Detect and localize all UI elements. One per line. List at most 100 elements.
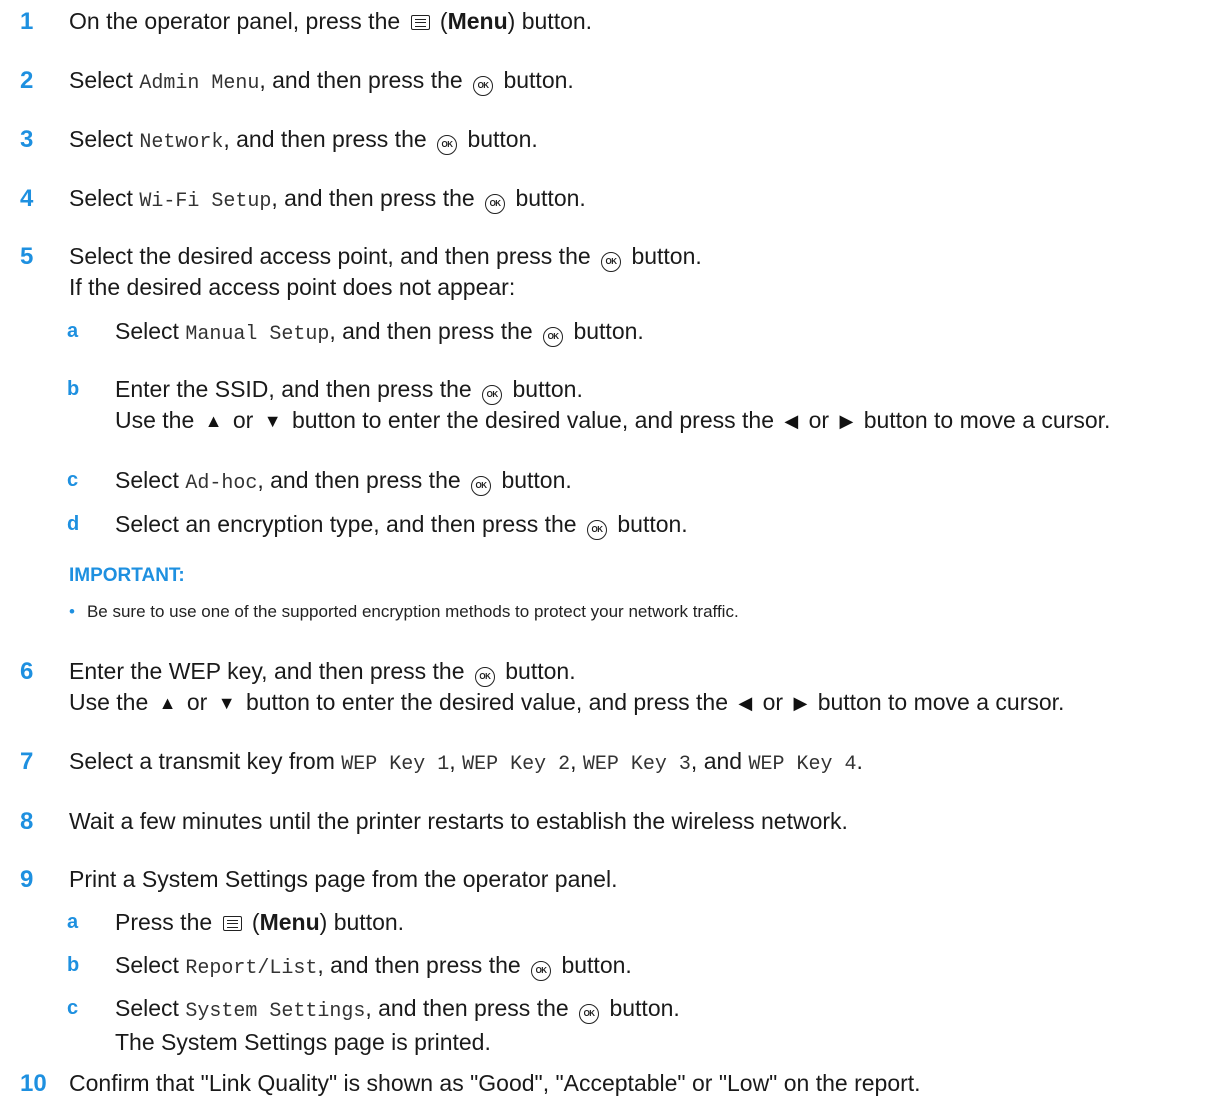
text-segment: button. [561, 952, 632, 978]
step-number: 6 [20, 658, 34, 685]
text-segment: button to move a cursor. [817, 689, 1065, 715]
down-arrow-icon: ▼ [217, 693, 236, 713]
bullet-text: Be sure to use one of the supported encr… [86, 602, 739, 621]
step-number: 4 [20, 185, 34, 212]
text-segment: button to move a cursor. [863, 407, 1111, 433]
text-segment: Press the [115, 909, 213, 935]
text-segment: ) button. [507, 8, 593, 34]
step-text: Select Network, and then press the OK bu… [69, 124, 1210, 158]
text-segment: Enter the SSID, and then press the [115, 376, 472, 402]
menu-icon [222, 916, 242, 931]
text-segment: Select a transmit key from [69, 748, 335, 774]
substep-text: Select System Settings, and then press t… [115, 993, 1194, 1058]
text-segment: and [703, 748, 743, 774]
menu-icon [410, 15, 430, 30]
text-segment: Select [69, 67, 133, 93]
text-segment: button. [515, 185, 586, 211]
menu-item-code: Network [139, 131, 224, 154]
text-segment: or [186, 689, 208, 715]
menu-item-code: Report/List [185, 957, 318, 980]
text-segment: button. [505, 658, 576, 684]
text-segment: button to enter the desired value, and p… [245, 689, 728, 715]
text-segment: button. [573, 318, 644, 344]
text-segment: button to enter the desired value, and p… [291, 407, 774, 433]
substep-letter: b [67, 954, 80, 976]
text-segment: Select [115, 318, 179, 344]
text-segment: , and then press the [365, 995, 569, 1021]
menu-item-code: Admin Menu [139, 72, 260, 95]
substep-letter: c [67, 469, 79, 491]
text-segment: , and then press the [259, 67, 463, 93]
ok-button-icon: OK [482, 385, 503, 405]
menu-label: Menu [259, 909, 320, 935]
text-segment: , and then press the [271, 185, 475, 211]
menu-item-code: Wi-Fi Setup [139, 190, 272, 213]
step-number: 3 [20, 126, 34, 153]
text-segment: , and then press the [223, 126, 427, 152]
substep-text: Select an encryption type, and then pres… [115, 509, 1194, 540]
text-segment: or [762, 689, 784, 715]
text-segment: button. [503, 67, 574, 93]
text-segment: Select [115, 952, 179, 978]
substep-letter: c [67, 997, 79, 1019]
step-number: 1 [20, 8, 34, 35]
text-segment: On the operator panel, press the [69, 8, 401, 34]
ok-button-icon: OK [471, 476, 492, 496]
wep-key-option: WEP Key 3 [582, 753, 691, 776]
substep-letter: a [67, 911, 79, 933]
text-segment: Select an encryption type, and then pres… [115, 511, 577, 537]
bullet-icon: • [69, 602, 75, 621]
substep-text: Press the (Menu) button. [115, 909, 405, 935]
ok-button-icon: OK [485, 194, 506, 214]
text-segment: or [232, 407, 254, 433]
substep-text: Enter the SSID, and then press the OK bu… [115, 374, 1194, 437]
text-segment: Use the [69, 689, 149, 715]
document-page: 1 On the operator panel, press the (Menu… [0, 0, 1214, 1109]
step-text: Select a transmit key from WEP Key 1, WE… [69, 748, 863, 776]
ok-button-icon: OK [531, 961, 552, 981]
text-segment: Select [69, 126, 133, 152]
up-arrow-icon: ▲ [204, 411, 223, 431]
ok-button-icon: OK [579, 1004, 600, 1024]
step-text: Enter the WEP key, and then press the OK… [69, 656, 1210, 719]
ok-button-icon: OK [586, 520, 607, 540]
text-segment: button. [617, 511, 688, 537]
left-arrow-icon: ◀ [784, 411, 799, 431]
text-segment: , and then press the [257, 467, 461, 493]
ok-button-icon: OK [474, 667, 495, 687]
substep-text: Select Ad-hoc, and then press the OK but… [115, 465, 1194, 499]
text-segment: Enter the WEP key, and then press the [69, 658, 465, 684]
menu-item-code: System Settings [185, 1000, 366, 1023]
step-text: Select the desired access point, and the… [69, 241, 1210, 303]
ok-button-icon: OK [543, 327, 564, 347]
step-text: Wait a few minutes until the printer res… [69, 808, 848, 834]
step-text: Confirm that "Link Quality" is shown as … [69, 1070, 921, 1096]
text-segment: button. [512, 376, 583, 402]
step-number: 9 [20, 866, 34, 893]
substep-letter: a [67, 320, 79, 342]
substep-text: Select Manual Setup, and then press the … [115, 316, 1194, 350]
text-segment: ) button. [319, 909, 405, 935]
step-number: 8 [20, 808, 34, 835]
substep-letter: b [67, 378, 80, 400]
down-arrow-icon: ▼ [263, 411, 282, 431]
text-segment: Use the [115, 407, 195, 433]
step-number: 2 [20, 67, 34, 94]
text-segment: If the desired access point does not app… [69, 274, 516, 300]
text-segment: , and then press the [317, 952, 521, 978]
ok-button-icon: OK [437, 135, 458, 155]
text-segment: button. [609, 995, 680, 1021]
step-text: Select Wi-Fi Setup, and then press the O… [69, 183, 1210, 217]
text-segment: button. [467, 126, 538, 152]
step-text: On the operator panel, press the (Menu) … [69, 8, 593, 34]
text-segment: Select [69, 185, 133, 211]
menu-item-code: Ad-hoc [185, 472, 258, 495]
wep-key-option: WEP Key 4 [748, 753, 857, 776]
important-heading: IMPORTANT: [69, 565, 185, 586]
important-bullet: • Be sure to use one of the supported enc… [69, 601, 739, 623]
menu-item-code: Manual Setup [185, 323, 330, 346]
step-number: 7 [20, 748, 34, 775]
step-text: Print a System Settings page from the op… [69, 866, 618, 892]
wep-key-option: WEP Key 1 [341, 753, 450, 776]
right-arrow-icon: ▶ [793, 693, 808, 713]
